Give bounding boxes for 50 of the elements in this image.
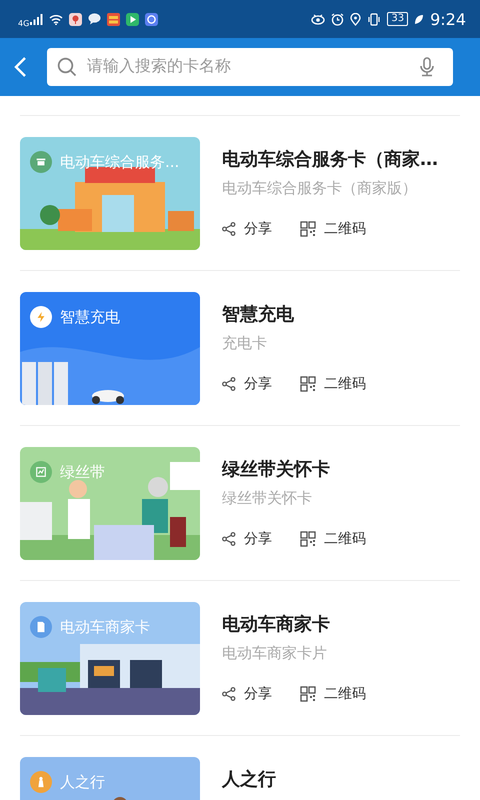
share-icon (222, 687, 236, 701)
wifi-icon (49, 14, 64, 24)
qr-code-button[interactable]: 二维码 (300, 220, 366, 238)
signal-icon (30, 14, 44, 24)
search-icon (57, 57, 77, 77)
share-icon (222, 377, 236, 391)
share-button[interactable]: 分享 (222, 220, 272, 238)
chat-icon (88, 13, 102, 25)
leaf-icon (414, 14, 424, 24)
card-subtitle: 电动车商家卡片 (222, 644, 328, 663)
share-button[interactable]: 分享 (222, 685, 272, 703)
share-button[interactable]: 分享 (222, 375, 272, 393)
qr-code-icon (300, 376, 316, 392)
network-type: 4G (18, 19, 30, 28)
card-title[interactable]: 电动车综合服务卡（商家… (222, 147, 460, 171)
card-title[interactable]: 智慧充电 (222, 302, 460, 326)
location-icon (350, 12, 362, 26)
qr-code-icon (300, 531, 316, 547)
card-label: 人之行 (60, 772, 105, 792)
card-label: 智慧充电 (60, 308, 120, 326)
qr-code-button[interactable]: 二维码 (300, 375, 366, 393)
clock-time: 9:24 (430, 10, 466, 28)
qr-code-button[interactable]: 二维码 (300, 685, 366, 703)
card-title[interactable]: 人之行 (222, 767, 460, 791)
eye-icon (311, 13, 326, 25)
share-button[interactable]: 分享 (222, 530, 272, 548)
share-icon (222, 222, 236, 236)
battery-indicator: 33 (387, 12, 408, 26)
vibrate-icon (367, 12, 382, 26)
alarm-icon (331, 12, 344, 26)
qr-code-button[interactable]: 二维码 (300, 530, 366, 548)
card-subtitle: 电动车综合服务卡（商家版） (222, 179, 418, 198)
map-app-icon (69, 12, 82, 26)
share-icon (222, 532, 236, 546)
card-subtitle: 充电卡 (222, 334, 268, 353)
back-icon[interactable] (13, 56, 27, 78)
app-icon (107, 12, 120, 26)
music-app-icon (145, 12, 158, 26)
card-title[interactable]: 电动车商家卡 (222, 612, 460, 636)
qr-code-icon (300, 686, 316, 702)
play-icon (126, 12, 140, 26)
card-label: 电动车商家卡 (60, 618, 150, 636)
card-subtitle: 绿丝带关怀卡 (222, 489, 313, 508)
card-title[interactable]: 绿丝带关怀卡 (222, 457, 460, 481)
search-bar[interactable]: 请输入搜索的卡名称 (47, 48, 453, 86)
microphone-icon[interactable] (419, 57, 435, 77)
qr-code-icon (300, 221, 316, 237)
card-label: 绿丝带 (60, 462, 105, 482)
card-label: 电动车综合服务... (60, 152, 180, 172)
search-input[interactable]: 请输入搜索的卡名称 (87, 58, 409, 76)
